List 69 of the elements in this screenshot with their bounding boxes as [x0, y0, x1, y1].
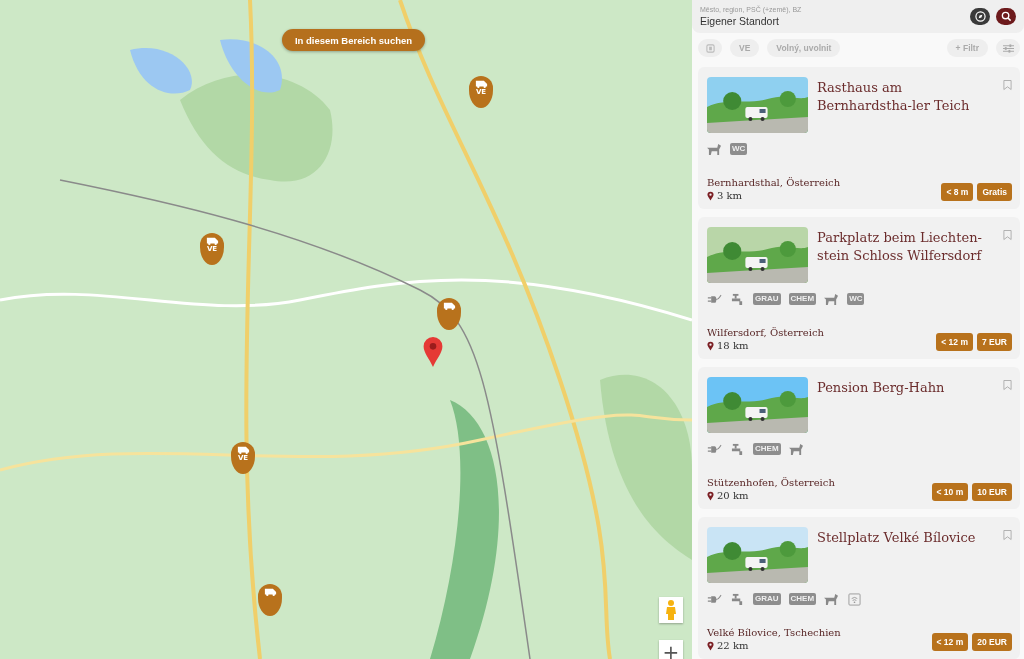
field-value: Eigener Standort: [700, 14, 780, 27]
van-icon: [263, 588, 277, 596]
search-area-button[interactable]: In diesem Bereich suchen: [282, 29, 425, 51]
dog-icon: [788, 442, 804, 456]
van-icon: [474, 80, 488, 88]
distance-text: 20 km: [717, 490, 749, 501]
place-title[interactable]: Parkplatz beim Liechten-stein Schloss Wilfersdorf: [817, 227, 994, 265]
bookmark-icon[interactable]: [1003, 79, 1012, 91]
place-title[interactable]: Pension Berg-Hahn: [817, 377, 994, 397]
dog-icon: [707, 142, 722, 156]
place-card[interactable]: Parkplatz beim Liechten-stein Schloss Wilfersdorf GRAU CHEM WC Wilfersdorf, Österreich 18 km < 12 m 7 EUR: [698, 217, 1020, 359]
plug-icon: [707, 442, 722, 456]
place-location: Stützenhofen, Österreich: [707, 477, 835, 488]
place-location: Bernhardsthal, Österreich: [707, 177, 841, 188]
person-icon: [665, 599, 677, 621]
amenity-label: WC: [730, 143, 748, 155]
plug-icon: [707, 592, 722, 606]
info-badge: 10 EUR: [972, 483, 1012, 501]
wifi-icon: [847, 592, 863, 606]
amenity-label: GRAU: [753, 593, 781, 605]
bookmark-icon[interactable]: [1003, 379, 1012, 391]
zoom-in-button[interactable]: +: [659, 640, 683, 659]
place-card[interactable]: Pension Berg-Hahn CHEM Stützenhofen, Österreich 20 km < 10 m 10 EUR: [698, 367, 1020, 509]
bookmark-icon[interactable]: [1003, 529, 1012, 541]
faucet-icon: [730, 292, 745, 306]
place-card[interactable]: Rasthaus am Bernhardstha-ler Teich WC Bernhardsthal, Österreich 3 km < 8 m Gratis: [698, 67, 1020, 209]
compass-icon: [974, 10, 986, 22]
plug-icon: [707, 292, 722, 306]
info-badge: < 10 m: [931, 483, 969, 501]
distance-text: 22 km: [717, 640, 749, 651]
place-location: Wilfersdorf, Österreich: [707, 327, 824, 338]
info-badge: < 8 m: [941, 183, 974, 201]
van-icon: [236, 446, 250, 454]
info-badge: Gratis: [977, 183, 1012, 201]
distance-text: 3 km: [717, 190, 743, 201]
info-badge: < 12 m: [931, 633, 969, 651]
place-location: Velké Bílovice, Tschechien: [707, 627, 841, 638]
location-pin-icon: [707, 490, 714, 501]
van-icon: [205, 237, 219, 245]
compass-button[interactable]: [970, 7, 990, 25]
dog-icon: [824, 592, 840, 606]
distance-text: 18 km: [717, 340, 749, 351]
location-pin-icon: [707, 640, 714, 651]
info-badge: 20 EUR: [972, 633, 1012, 651]
search-icon: [1000, 10, 1012, 22]
amenity-label: CHEM: [753, 443, 781, 455]
info-badge: 7 EUR: [976, 333, 1012, 351]
faucet-icon: [730, 592, 745, 606]
location-pin-icon[interactable]: [421, 336, 445, 368]
place-title[interactable]: Rasthaus am Bernhardstha-ler Teich: [817, 77, 994, 115]
location-pin-icon: [707, 190, 714, 201]
street-view-icon[interactable]: [659, 597, 683, 623]
amenity-label: GRAU: [753, 293, 781, 305]
place-title[interactable]: Stellplatz Velké Bílovice: [817, 527, 994, 547]
place-card[interactable]: Stellplatz Velké Bílovice GRAU CHEM Velké Bílovice, Tschechien 22 km < 12 m 20 EUR: [698, 517, 1020, 659]
info-badge: < 12 m: [936, 333, 973, 351]
van-icon: [442, 302, 456, 310]
bookmark-icon[interactable]: [1003, 229, 1012, 241]
search-button[interactable]: [996, 7, 1016, 25]
faucet-icon: [730, 442, 745, 456]
filter-chip[interactable]: [698, 39, 722, 57]
sliders-icon: [1001, 42, 1015, 54]
square-icon: [705, 43, 715, 53]
amenity-label: CHEM: [788, 293, 817, 305]
amenity-label: CHEM: [788, 593, 817, 605]
amenity-label: WC: [847, 293, 865, 305]
settings-button[interactable]: [996, 39, 1020, 57]
location-pin-icon: [707, 340, 714, 351]
dog-icon: [824, 292, 840, 306]
